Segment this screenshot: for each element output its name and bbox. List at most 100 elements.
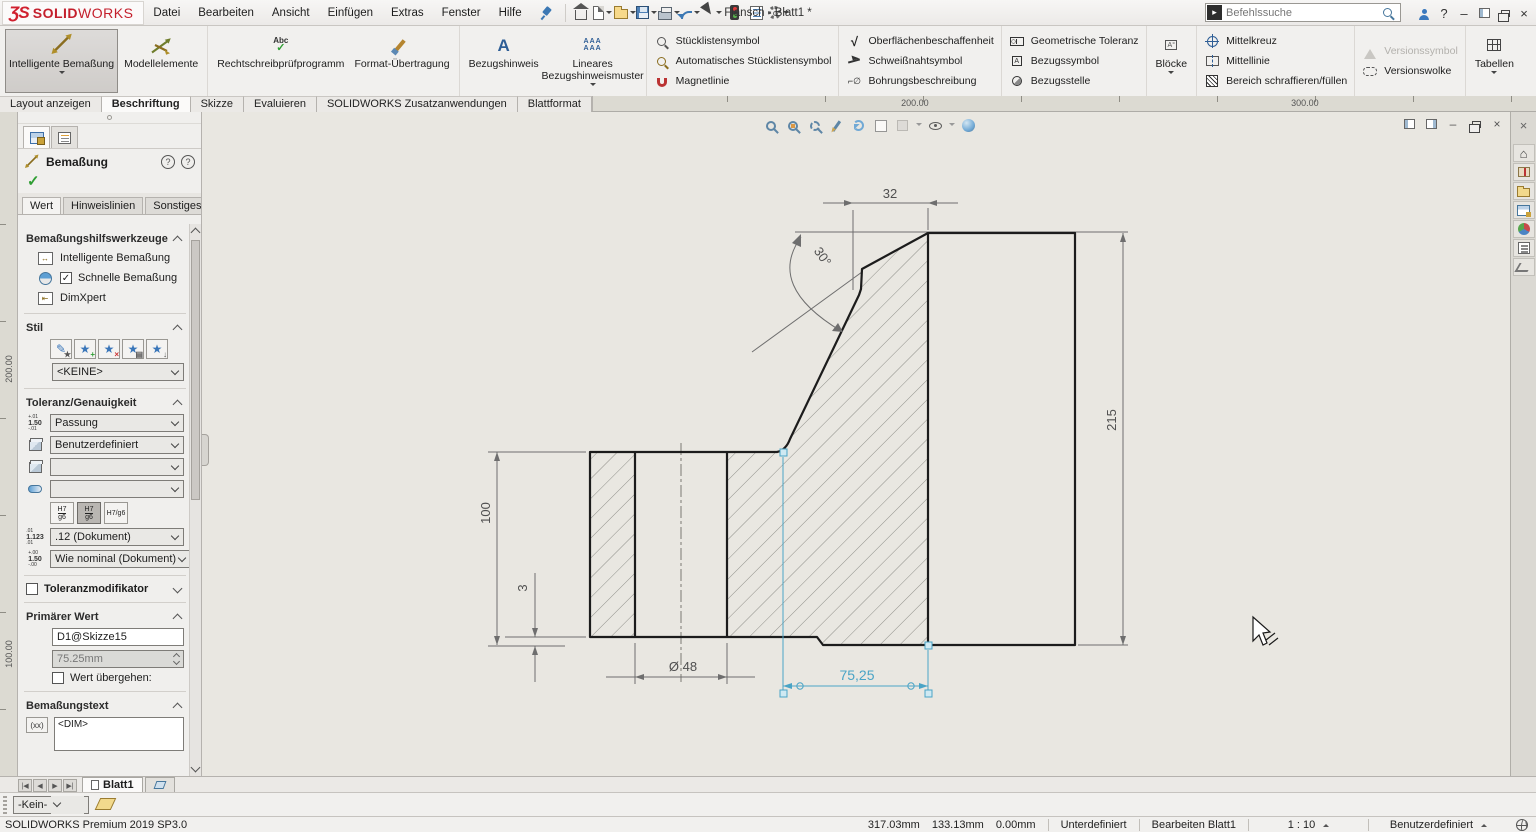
dimension-angle-30[interactable]: 30° <box>790 234 843 332</box>
dropdown-arrow[interactable] <box>916 123 922 129</box>
doc-close-button[interactable]: × <box>1490 118 1504 130</box>
spin-down-icon[interactable] <box>172 658 179 665</box>
dimension-100[interactable]: 100 <box>478 452 500 645</box>
user-account-icon[interactable] <box>1414 3 1434 23</box>
menu-hilfe[interactable]: Hilfe <box>490 2 531 24</box>
command-search[interactable]: ▸ Befehlssuche <box>1205 3 1401 22</box>
tab-layout-anzeigen[interactable]: Layout anzeigen <box>0 96 102 112</box>
home-tab-button[interactable]: ⌂ <box>1513 144 1535 162</box>
minimize-button[interactable]: – <box>1454 3 1474 23</box>
dropdown-arrow[interactable] <box>59 71 65 77</box>
open-file-button[interactable] <box>614 3 636 23</box>
undo-button[interactable] <box>680 3 702 23</box>
home-button[interactable] <box>570 3 592 23</box>
tolerance-modifier-row[interactable]: Toleranzmodifikator <box>24 581 186 597</box>
style-save-button[interactable]: ★▤ <box>122 339 144 359</box>
model-items-button[interactable]: Modellelemente <box>120 29 202 93</box>
shaft-fit-dropdown[interactable] <box>50 480 184 498</box>
dimension-value-spinner[interactable]: 75.25mm <box>52 650 184 668</box>
ok-checkmark-button[interactable]: ✓ <box>18 172 201 193</box>
linear-note-pattern-button[interactable]: AAAAAA Lineares Bezugshinweismuster <box>545 29 641 93</box>
menu-fenster[interactable]: Fenster <box>433 2 490 24</box>
display-style-button[interactable] <box>894 117 911 134</box>
weld-symbol-button[interactable]: Schweißnahtsymbol <box>846 52 993 71</box>
menu-bearbeiten[interactable]: Bearbeiten <box>189 2 263 24</box>
area-hatch-button[interactable]: Bereich schraffieren/füllen <box>1204 72 1347 91</box>
last-sheet-button[interactable]: ▶| <box>63 779 77 792</box>
units-popup-icon[interactable] <box>1481 821 1487 827</box>
restore-button[interactable] <box>1474 3 1494 23</box>
dimension-name-input[interactable]: D1@Skizze15 <box>52 628 184 646</box>
dim-text-100[interactable]: 100 <box>478 502 493 524</box>
smart-dimension-button[interactable]: Intelligente Bemaßung <box>5 29 118 93</box>
scroll-up-icon[interactable] <box>191 228 201 238</box>
blocks-button[interactable]: A° Blöcke <box>1152 29 1192 93</box>
style-delete-button[interactable]: ★× <box>98 339 120 359</box>
help-icon[interactable]: ? <box>181 155 195 169</box>
status-sheet-scale[interactable]: 1 : 10 <box>1248 819 1368 831</box>
section-dimension-text-header[interactable]: Bemaßungstext <box>24 697 186 715</box>
style-add-button[interactable]: ★+ <box>74 339 96 359</box>
tab-hinweislinien[interactable]: Hinweislinien <box>63 197 143 214</box>
resources-button[interactable] <box>1513 163 1535 181</box>
balloon-button[interactable]: Stücklistensymbol <box>654 32 832 51</box>
doc-restore-button[interactable] <box>1468 118 1482 130</box>
centerline-button[interactable]: Mittellinie <box>1204 52 1347 71</box>
layer-properties-icon[interactable] <box>97 800 116 810</box>
custom-properties-button[interactable] <box>1513 239 1535 257</box>
dim-text-32[interactable]: 32 <box>883 186 897 201</box>
collapse-icon[interactable] <box>173 614 183 624</box>
options-button[interactable] <box>768 3 790 23</box>
search-icon[interactable] <box>1383 8 1392 17</box>
search-placeholder[interactable]: Befehlssuche <box>1226 7 1383 19</box>
dropdown-arrow[interactable] <box>590 83 596 89</box>
hide-show-items-button[interactable] <box>927 117 944 134</box>
first-sheet-button[interactable]: |◀ <box>18 779 32 792</box>
sheet-properties-button[interactable] <box>872 117 889 134</box>
tab-wert[interactable]: Wert <box>22 197 61 214</box>
scrollbar-thumb[interactable] <box>191 240 200 500</box>
drawing-sheet[interactable]: 32 30° 215 100 <box>202 112 1510 776</box>
design-library-button[interactable] <box>1513 201 1535 219</box>
rotate-view-button[interactable] <box>850 117 867 134</box>
collapse-icon[interactable] <box>173 703 183 713</box>
sheet-tab-blatt1[interactable]: Blatt1 <box>82 777 143 792</box>
task-pane-close-icon[interactable]: × <box>1511 112 1536 143</box>
new-file-button[interactable] <box>592 3 614 23</box>
close-button[interactable]: × <box>1514 3 1534 23</box>
dropdown-arrow[interactable] <box>606 11 612 17</box>
smart-dimension-row[interactable]: ↔ Intelligente Bemaßung <box>24 248 186 268</box>
magnetic-line-button[interactable]: Magnetlinie <box>654 72 832 91</box>
fit-classification-dropdown[interactable]: Benutzerdefiniert <box>50 436 184 454</box>
property-manager-tab[interactable] <box>23 126 50 148</box>
tab-zusatzanwendungen[interactable]: SOLIDWORKS Zusatzanwendungen <box>317 96 518 112</box>
dimension-text-position-button[interactable]: (xx) <box>26 717 48 733</box>
section-primary-value-header[interactable]: Primärer Wert <box>24 608 186 626</box>
dim-text-30deg[interactable]: 30° <box>811 244 835 269</box>
dropdown-arrow[interactable] <box>694 11 700 17</box>
pin-menu-icon[interactable] <box>539 6 553 20</box>
expand-icon[interactable] <box>173 583 183 593</box>
surface-finish-button[interactable]: √Oberflächenbeschaffenheit <box>846 32 993 51</box>
tolerance-type-dropdown[interactable]: Passung <box>50 414 184 432</box>
dim-text-selected[interactable]: 75,25 <box>839 667 874 683</box>
hole-fit-dropdown[interactable] <box>50 458 184 476</box>
dropdown-arrow[interactable] <box>949 123 955 129</box>
whats-new-icon[interactable]: ? <box>161 155 175 169</box>
panel-scrollbar[interactable] <box>189 224 201 776</box>
datum-target-button[interactable]: Bezugsstelle <box>1009 72 1139 91</box>
menu-ansicht[interactable]: Ansicht <box>263 2 319 24</box>
note-button[interactable]: A Bezugshinweis <box>465 29 543 93</box>
section-tolerance-header[interactable]: Toleranz/Genauigkeit <box>24 394 186 412</box>
override-value-checkbox[interactable] <box>52 672 64 684</box>
geometric-tolerance-button[interactable]: Geometrische Toleranz <box>1009 32 1139 51</box>
next-sheet-button[interactable]: ▶ <box>48 779 62 792</box>
dim-text-215[interactable]: 215 <box>1104 409 1119 431</box>
auto-balloon-button[interactable]: Automatisches Stücklistensymbol <box>654 52 832 71</box>
options-list-button[interactable] <box>746 3 768 23</box>
collapse-icon[interactable] <box>173 400 183 410</box>
scroll-down-icon[interactable] <box>191 763 201 773</box>
select-button[interactable] <box>702 3 724 23</box>
hole-callout-button[interactable]: ⌐∅Bohrungsbeschreibung <box>846 72 993 91</box>
dimension-215[interactable]: 215 <box>1104 233 1126 645</box>
